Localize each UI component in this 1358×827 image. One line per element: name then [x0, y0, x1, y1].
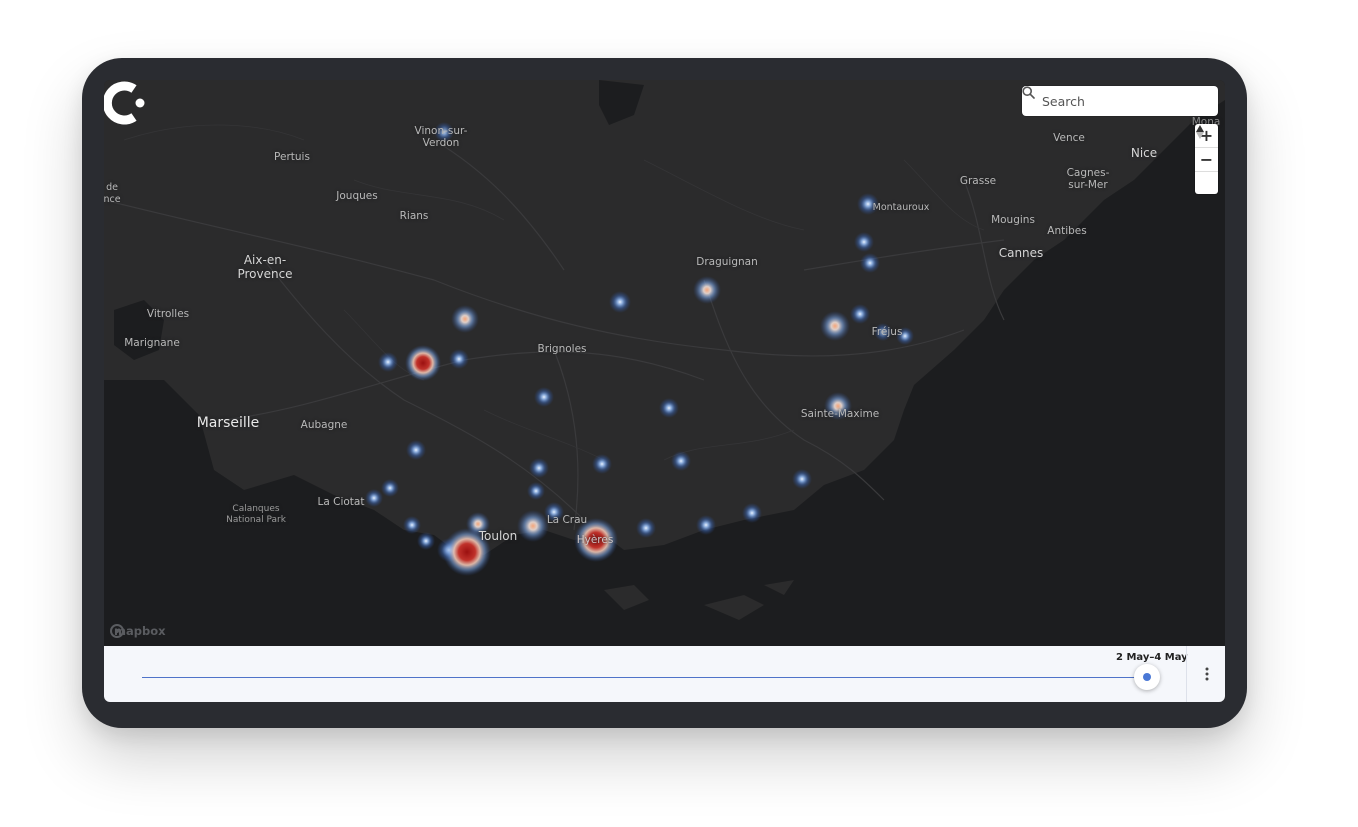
compass-button[interactable] [1195, 125, 1218, 195]
zoom-out-button[interactable]: − [1195, 148, 1218, 172]
timeline-slider-handle[interactable] [1134, 664, 1160, 690]
timeline-range-label: 2 May–4 May [1116, 652, 1188, 663]
more-vertical-icon[interactable] [1197, 662, 1217, 686]
map-canvas[interactable]: Vinon-sur- Verdon Pertuis Jouques Rians … [104, 80, 1225, 646]
compass-icon [1196, 125, 1204, 139]
map-base [104, 80, 1225, 646]
search-icon [1022, 86, 1035, 99]
timeline-bar: 2 May–4 May [104, 646, 1225, 702]
app-screen: Vinon-sur- Verdon Pertuis Jouques Rians … [104, 80, 1225, 702]
timeline-track[interactable] [142, 677, 1147, 678]
mapbox-logo-icon [110, 624, 124, 638]
timeline-divider [1186, 646, 1187, 702]
map-navigation-control: + − [1195, 124, 1218, 194]
search-box[interactable] [1022, 86, 1218, 116]
mapbox-attribution[interactable]: mapbox [110, 624, 166, 638]
search-input[interactable] [1040, 92, 1194, 110]
c-logo-icon[interactable] [104, 80, 150, 126]
